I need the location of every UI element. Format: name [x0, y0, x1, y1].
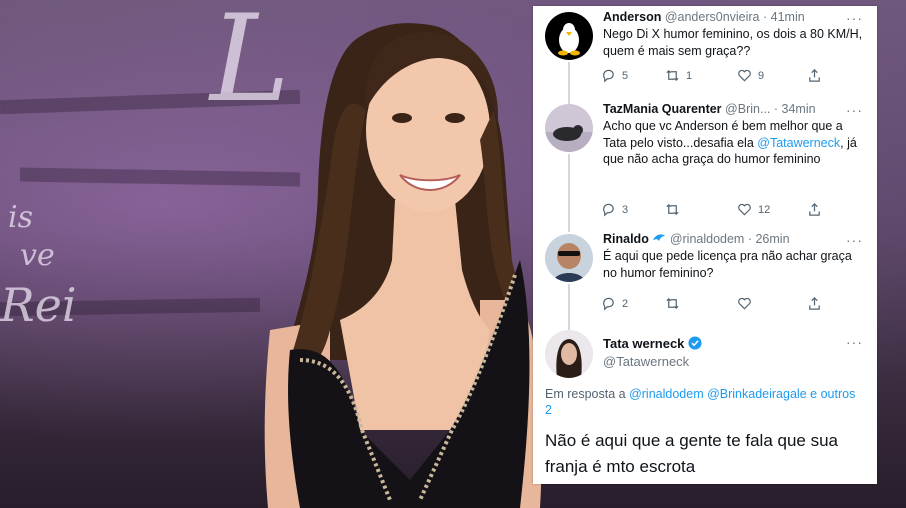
like-button[interactable] — [737, 296, 758, 311]
tweet-header: TazMania Quarenter @Brin... · 34min — [603, 102, 816, 116]
tweet-text: Nego Di X humor feminino, os dois a 80 K… — [603, 27, 863, 58]
more-options-icon[interactable]: ··· — [846, 334, 863, 350]
heart-icon — [738, 69, 751, 82]
reply-prefix: Em resposta a — [545, 387, 626, 401]
author-name[interactable]: Rinaldo — [603, 232, 649, 246]
mention-link[interactable]: @Brinkadeiragale — [707, 387, 807, 401]
person-avatar-icon — [545, 234, 593, 282]
dolphin-icon — [653, 234, 666, 241]
avatar-tazmania[interactable] — [545, 104, 593, 152]
retweet-button[interactable] — [665, 202, 686, 217]
verified-badge-icon — [688, 336, 702, 350]
mention-link[interactable]: @rinaldodem — [629, 387, 704, 401]
author-handle[interactable]: @anders0nvieira — [665, 10, 760, 24]
share-button[interactable] — [807, 202, 822, 217]
share-icon — [809, 297, 820, 310]
retweet-icon — [666, 297, 679, 310]
thread-line — [568, 154, 570, 232]
mention-link[interactable]: @Tatawerneck — [757, 136, 840, 150]
tweet-actions: 2 — [601, 296, 841, 314]
tweet-time[interactable]: 41min — [771, 10, 805, 24]
tweet-tata-main[interactable]: Tata werneck @Tatawerneck ··· Em respost… — [533, 324, 877, 484]
author-handle[interactable]: @Tatawerneck — [603, 354, 689, 369]
tweet-anderson[interactable]: Anderson @anders0nvieira · 41min ··· Neg… — [533, 6, 877, 104]
tweet-tazmania[interactable]: TazMania Quarenter @Brin... · 34min ··· … — [533, 98, 877, 232]
avatar-anderson[interactable] — [545, 12, 593, 60]
tweet-header: Rinaldo @rinaldodem · 26min — [603, 232, 790, 246]
reply-conjunction: e — [810, 387, 818, 401]
tweet-thread-card: Anderson @anders0nvieira · 41min ··· Neg… — [533, 6, 877, 484]
like-count: 12 — [758, 203, 771, 216]
reply-button[interactable]: 5 — [601, 68, 628, 83]
tweet-actions: 5 1 9 — [601, 68, 841, 86]
reply-icon — [603, 69, 614, 83]
share-icon — [809, 69, 820, 82]
main-author: Tata werneck — [603, 336, 702, 351]
penguin-icon — [558, 23, 580, 56]
tweet-text: Acho que vc Anderson é bem melhor que a … — [603, 118, 863, 168]
reply-count: 2 — [622, 297, 629, 310]
avatar-rinaldo[interactable] — [545, 234, 593, 282]
like-count: 9 — [758, 69, 765, 82]
tweet-text: É aqui que pede licença pra não achar gr… — [603, 249, 852, 280]
reply-context: Em resposta a @rinaldodem @Brinkadeiraga… — [545, 386, 865, 418]
share-icon — [809, 203, 820, 216]
cat-avatar-icon — [545, 125, 593, 152]
author-name[interactable]: Tata werneck — [603, 336, 684, 351]
retweet-button[interactable]: 1 — [665, 68, 692, 83]
more-options-icon[interactable]: ··· — [846, 232, 863, 248]
author-name[interactable]: Anderson — [603, 10, 661, 24]
reply-icon — [603, 297, 614, 311]
heart-icon — [738, 297, 751, 310]
tweet-header: Anderson @anders0nvieira · 41min — [603, 10, 805, 24]
more-options-icon[interactable]: ··· — [846, 10, 863, 26]
reply-button[interactable]: 3 — [601, 202, 628, 217]
reply-count: 5 — [622, 69, 629, 82]
retweet-button[interactable] — [665, 296, 686, 311]
more-options-icon[interactable]: ··· — [846, 102, 863, 118]
reply-button[interactable]: 2 — [601, 296, 628, 311]
reply-count: 3 — [622, 203, 629, 216]
share-button[interactable] — [807, 296, 822, 311]
like-button[interactable]: 12 — [737, 202, 770, 217]
author-handle[interactable]: @rinaldodem — [670, 232, 745, 246]
tweet-rinaldo[interactable]: Rinaldo @rinaldodem · 26min ··· É aqui q… — [533, 228, 877, 330]
tweet-time[interactable]: 34min — [782, 102, 816, 116]
tweet-actions: 3 12 — [601, 202, 841, 220]
heart-icon — [738, 203, 751, 216]
retweet-count: 1 — [686, 69, 693, 82]
share-button[interactable] — [807, 68, 822, 83]
reply-icon — [603, 203, 614, 217]
author-handle[interactable]: @Brin... — [725, 102, 770, 116]
author-name[interactable]: TazMania Quarenter — [603, 102, 722, 116]
retweet-icon — [666, 203, 679, 216]
retweet-icon — [666, 69, 679, 82]
tweet-time[interactable]: 26min — [755, 232, 789, 246]
like-button[interactable]: 9 — [737, 68, 764, 83]
avatar-tata[interactable] — [545, 330, 593, 378]
person-avatar-icon — [545, 330, 593, 378]
main-tweet-text: Não é aqui que a gente te fala que sua f… — [545, 431, 839, 476]
